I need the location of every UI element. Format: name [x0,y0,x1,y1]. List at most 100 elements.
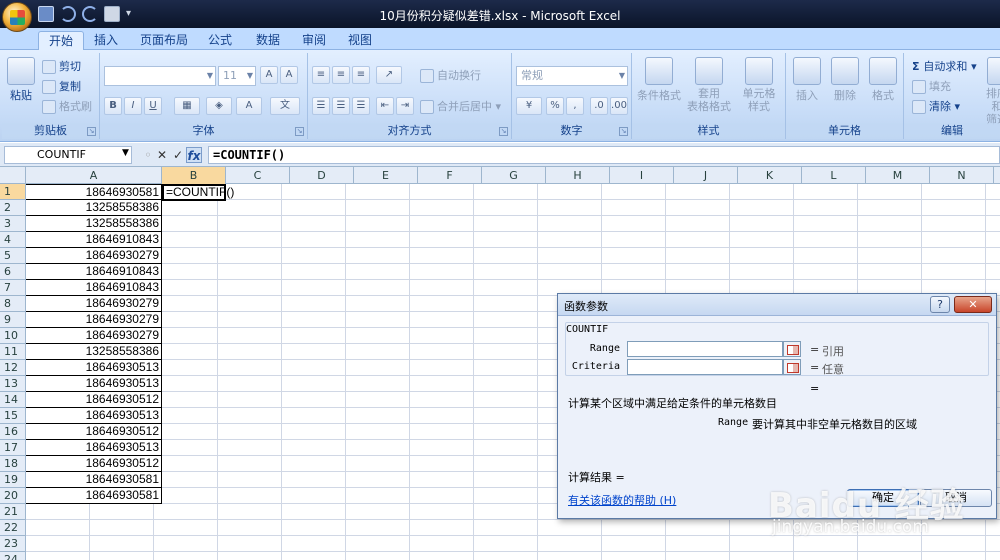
row-header-11[interactable]: 11 [0,344,26,360]
cell-a8[interactable]: 18646930279 [26,296,162,312]
fill-color-icon[interactable]: ◈ [206,97,232,115]
fill-button[interactable]: 填充 [912,78,951,94]
underline-button[interactable]: U [144,97,162,115]
format-painter-button[interactable]: 格式刷 [42,98,92,114]
row-header-15[interactable]: 15 [0,408,26,424]
enter-icon[interactable]: ✓ [170,147,186,163]
cell-a18[interactable]: 18646930512 [26,456,162,472]
help-icon[interactable]: ? [930,296,950,313]
cell-a16[interactable]: 18646930512 [26,424,162,440]
column-header-f[interactable]: F [418,167,482,184]
row-header-5[interactable]: 5 [0,248,26,264]
cell-a10[interactable]: 18646930279 [26,328,162,344]
column-header-e[interactable]: E [354,167,418,184]
row-header-13[interactable]: 13 [0,376,26,392]
row-header-1[interactable]: 1 [0,184,26,200]
bold-button[interactable]: B [104,97,122,115]
cell-a20[interactable]: 18646930581 [26,488,162,504]
conditional-format-button[interactable]: 条件格式 [636,57,682,103]
column-header-k[interactable]: K [738,167,802,184]
autosum-button[interactable]: Σ 自动求和 ▾ [912,58,977,74]
cut-button[interactable]: 剪切 [42,58,81,74]
row-header-21[interactable]: 21 [0,504,26,520]
number-launcher-icon[interactable]: ↘ [619,127,628,136]
wrap-text-button[interactable]: 自动换行 [420,67,481,83]
row-header-22[interactable]: 22 [0,520,26,536]
row-header-9[interactable]: 9 [0,312,26,328]
cell-a15[interactable]: 18646930513 [26,408,162,424]
cancel-icon[interactable]: ✕ [154,147,170,163]
insert-function-icon[interactable]: fx [186,147,202,163]
font-size-combo[interactable]: 11 ▼ [218,66,256,86]
column-header-h[interactable]: H [546,167,610,184]
row-header-2[interactable]: 2 [0,200,26,216]
cell-a7[interactable]: 18646910843 [26,280,162,296]
row-header-10[interactable]: 10 [0,328,26,344]
phonetic-icon[interactable]: 文 [270,97,300,115]
column-header-l[interactable]: L [802,167,866,184]
cell-a19[interactable]: 18646930581 [26,472,162,488]
borders-icon[interactable]: ▦ [174,97,200,115]
align-middle-icon[interactable]: ≡ [332,66,350,84]
tab-view[interactable]: 视图 [338,31,382,50]
italic-button[interactable]: I [124,97,142,115]
cell-a13[interactable]: 18646930513 [26,376,162,392]
increase-decimal-icon[interactable]: .0 [590,97,608,115]
tab-review[interactable]: 审阅 [292,31,336,50]
row-header-16[interactable]: 16 [0,424,26,440]
column-header-j[interactable]: J [674,167,738,184]
number-format-combo[interactable]: 常规 ▼ [516,66,628,86]
delete-cells-button[interactable]: 删除 [828,57,862,103]
column-header-i[interactable]: I [610,167,674,184]
format-cells-button[interactable]: 格式 [866,57,900,103]
orientation-icon[interactable]: ↗ [376,66,402,84]
formula-input[interactable]: =COUNTIF() [208,146,1000,164]
cell-a3[interactable]: 13258558386 [26,216,162,232]
grow-font-button[interactable]: A [260,66,278,84]
cell-a17[interactable]: 18646930513 [26,440,162,456]
select-all-corner[interactable] [0,167,26,184]
copy-button[interactable]: 复制 [42,78,81,94]
collapse-dialog-icon[interactable] [783,341,801,357]
chevron-down-icon[interactable]: ▼ [122,148,129,158]
decrease-indent-icon[interactable]: ⇤ [376,97,394,115]
cell-a5[interactable]: 18646930279 [26,248,162,264]
font-launcher-icon[interactable]: ↘ [295,127,304,136]
collapse-dialog-icon[interactable] [783,359,801,375]
row-header-17[interactable]: 17 [0,440,26,456]
row-header-6[interactable]: 6 [0,264,26,280]
function-help-link[interactable]: 有关该函数的帮助 (H) [568,492,676,508]
format-as-table-button[interactable]: 套用 表格格式 [686,57,732,113]
tab-insert[interactable]: 插入 [84,31,128,50]
cell-styles-button[interactable]: 单元格 样式 [736,57,782,113]
font-name-combo[interactable]: ▼ [104,66,216,86]
row-header-18[interactable]: 18 [0,456,26,472]
currency-icon[interactable]: ¥ [516,97,542,115]
cell-a14[interactable]: 18646930512 [26,392,162,408]
row-header-23[interactable]: 23 [0,536,26,552]
cell-a12[interactable]: 18646930513 [26,360,162,376]
active-cell-b1[interactable]: =COUNTIF() [162,184,234,201]
merge-center-button[interactable]: 合并后居中 ▾ [420,98,501,114]
percent-button[interactable]: % [546,97,564,115]
alignment-launcher-icon[interactable]: ↘ [499,127,508,136]
clipboard-launcher-icon[interactable]: ↘ [87,127,96,136]
align-top-icon[interactable]: ≡ [312,66,330,84]
align-bottom-icon[interactable]: ≡ [352,66,370,84]
shrink-font-button[interactable]: A [280,66,298,84]
row-header-7[interactable]: 7 [0,280,26,296]
criteria-arg-input[interactable] [627,359,783,375]
column-header-d[interactable]: D [290,167,354,184]
decrease-decimal-icon[interactable]: .00 [610,97,628,115]
row-header-12[interactable]: 12 [0,360,26,376]
cell-a6[interactable]: 18646910843 [26,264,162,280]
paste-button[interactable]: 粘贴 [6,57,36,103]
row-header-14[interactable]: 14 [0,392,26,408]
column-header-g[interactable]: G [482,167,546,184]
align-right-icon[interactable]: ☰ [352,97,370,115]
row-header-20[interactable]: 20 [0,488,26,504]
tab-home[interactable]: 开始 [38,31,85,50]
cell-a11[interactable]: 13258558386 [26,344,162,360]
tab-data[interactable]: 数据 [246,31,290,50]
insert-cells-button[interactable]: 插入 [790,57,824,103]
